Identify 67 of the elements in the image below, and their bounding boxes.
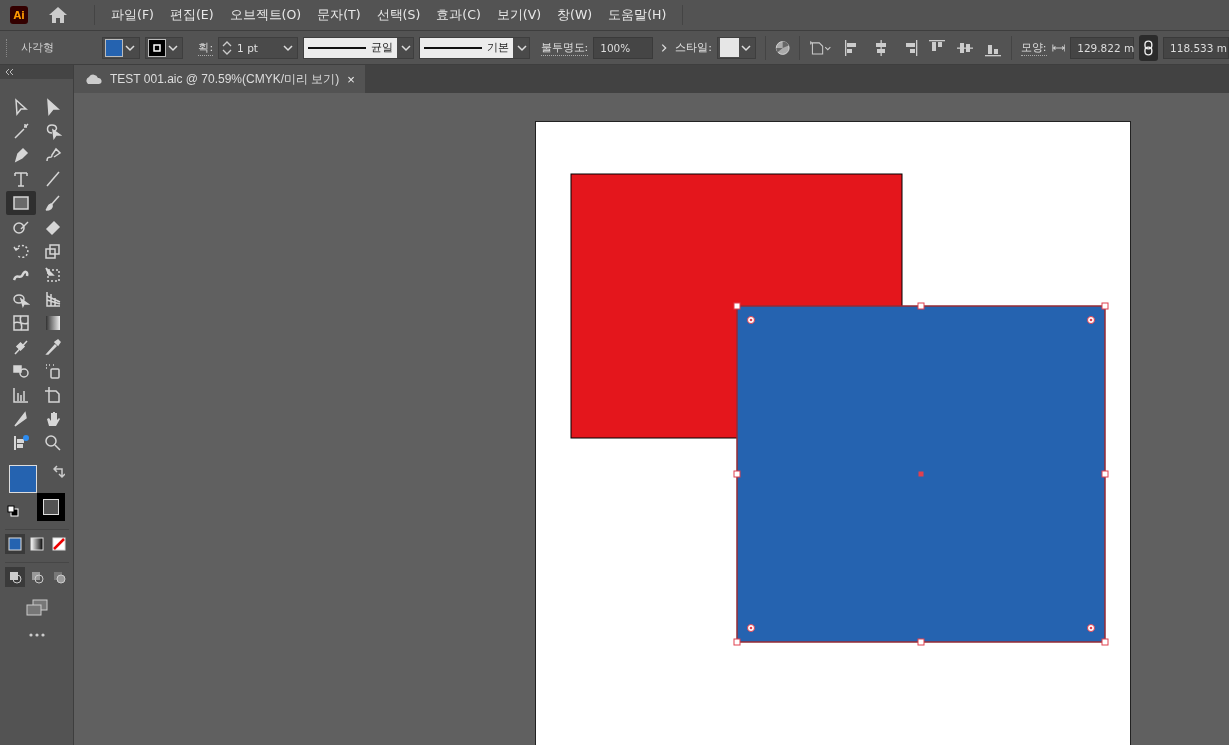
menu-item[interactable]: 창(W) xyxy=(549,6,601,24)
color-icon xyxy=(7,537,22,551)
search-icon xyxy=(43,434,62,452)
close-button[interactable]: × xyxy=(347,71,355,87)
width-field[interactable]: 129.822 m xyxy=(1070,36,1135,59)
shaper-icon xyxy=(11,218,30,236)
curvature-pen-icon xyxy=(43,146,62,164)
perspective-grid-icon xyxy=(43,290,62,308)
menu-item[interactable]: 선택(S) xyxy=(368,6,429,24)
type-icon xyxy=(11,170,30,188)
fill-dropdown[interactable] xyxy=(102,36,141,59)
paintbrush-icon xyxy=(43,194,62,212)
recolor-icon[interactable] xyxy=(774,38,791,57)
shape-label: 모양: xyxy=(1020,39,1047,56)
style-label: 스타일: xyxy=(675,40,712,55)
toolbar-edit-icon xyxy=(11,434,30,452)
gradient-icon xyxy=(29,537,44,551)
graphic-style-dropdown[interactable] xyxy=(717,36,756,59)
document-tab[interactable]: TEST 001.aic @ 70.59%(CMYK/미리 보기) × xyxy=(74,65,365,93)
gradient-icon xyxy=(43,314,62,332)
eyedropper-icon xyxy=(43,338,62,356)
blend-icon xyxy=(11,338,30,356)
none-icon xyxy=(51,537,66,551)
knife-icon xyxy=(11,410,30,428)
stroke-label: 획: xyxy=(198,39,214,56)
menu-item[interactable]: 편집(E) xyxy=(161,6,222,24)
eraser-icon xyxy=(43,218,62,236)
cloud-icon xyxy=(84,74,102,84)
rectangle-icon xyxy=(11,194,30,212)
scale-icon xyxy=(43,242,62,260)
menu-item[interactable]: 문자(T) xyxy=(309,6,369,24)
line-icon xyxy=(43,170,62,188)
stroke-color-swatch[interactable] xyxy=(36,493,65,521)
artboard-icon xyxy=(43,386,62,404)
opacity-field[interactable]: 100% xyxy=(593,36,654,59)
tool-button[interactable] xyxy=(5,191,36,215)
height-field[interactable]: 118.533 m xyxy=(1163,36,1229,59)
menu-item[interactable]: 도움말(H) xyxy=(600,6,675,24)
app-logo[interactable]: Ai xyxy=(10,6,28,24)
color-mode-button[interactable] xyxy=(4,534,25,554)
brush-definition-dropdown[interactable]: 기본 xyxy=(418,36,530,59)
fill-color-swatch[interactable] xyxy=(8,465,37,493)
more-icon[interactable] xyxy=(28,633,45,637)
mesh-icon xyxy=(11,314,30,332)
menu-item[interactable]: 효과(C) xyxy=(428,6,489,24)
opacity-label: 불투명도: xyxy=(540,39,589,56)
default-colors-icon[interactable] xyxy=(6,505,19,517)
width-icon xyxy=(1051,42,1066,53)
variable-width-profile-dropdown[interactable]: 균일 xyxy=(302,36,414,59)
menu-item[interactable]: 파일(F) xyxy=(103,6,162,24)
link-icon[interactable] xyxy=(1139,34,1158,61)
transform-page-icon[interactable] xyxy=(809,38,833,57)
object-type-label: 사각형 xyxy=(20,40,55,55)
menu-item[interactable]: 보기(V) xyxy=(488,6,550,24)
stroke-dropdown[interactable] xyxy=(145,36,184,59)
stroke-weight-field[interactable]: 1 pt xyxy=(218,36,298,59)
rotate-icon xyxy=(11,242,30,260)
collapse-icon[interactable] xyxy=(4,68,14,76)
document-title: TEST 001.aic @ 70.59%(CMYK/미리 보기) xyxy=(110,70,340,88)
symbol-shapes-icon xyxy=(11,362,30,380)
home-icon[interactable] xyxy=(48,6,68,24)
bar-chart-icon xyxy=(11,386,30,404)
screen-mode-icon[interactable] xyxy=(24,599,49,617)
swap-icon[interactable] xyxy=(52,465,65,479)
menu-item[interactable]: 오브젝트(O) xyxy=(221,6,310,24)
free-transform-icon xyxy=(43,266,62,284)
spray-can-icon xyxy=(43,362,62,380)
